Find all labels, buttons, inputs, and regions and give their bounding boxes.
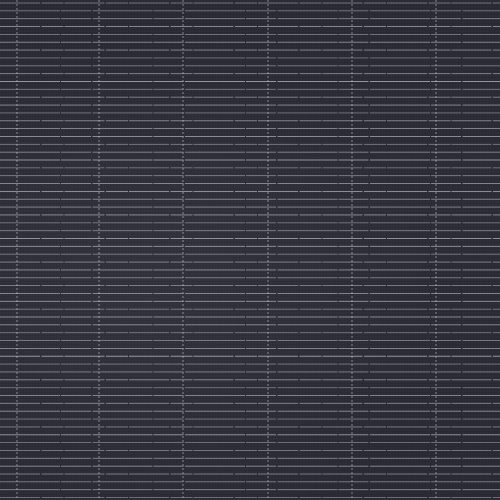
solar-panel-surface — [0, 0, 500, 500]
contact-grid — [0, 0, 500, 500]
